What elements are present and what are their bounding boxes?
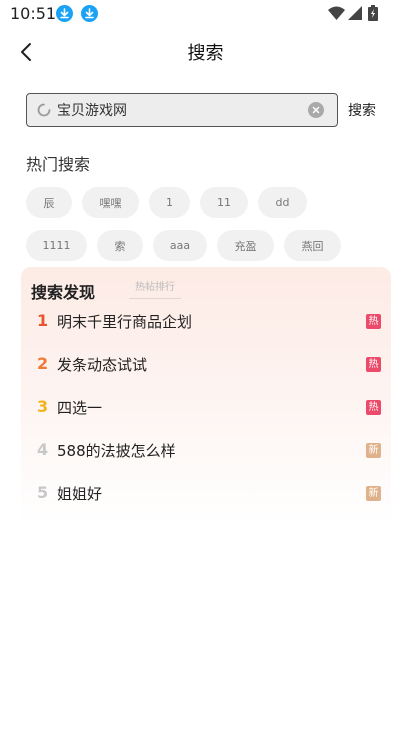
discovery-title: 搜索发现 bbox=[31, 283, 96, 302]
rank-number: 1 bbox=[37, 311, 49, 330]
battery-charging-icon bbox=[368, 5, 378, 21]
hot-search-tag[interactable]: 充盈 bbox=[217, 230, 274, 261]
page-title: 搜索 bbox=[187, 43, 224, 64]
hot-badge: 热 bbox=[366, 314, 381, 329]
rank-number: 4 bbox=[37, 440, 49, 459]
ranking-item-text: 发条动态试试 bbox=[57, 356, 148, 374]
new-badge: 新 bbox=[366, 486, 381, 501]
clear-search-button[interactable] bbox=[308, 102, 324, 118]
hot-search-tag[interactable]: aaa bbox=[153, 230, 207, 261]
search-box[interactable] bbox=[26, 93, 338, 127]
hot-search-tag[interactable]: dd bbox=[258, 187, 307, 218]
hot-search-tag[interactable]: 燕回 bbox=[284, 230, 341, 261]
ranking-item[interactable]: 4 588的法披怎么样 新 bbox=[21, 432, 391, 468]
rank-number: 3 bbox=[37, 397, 49, 416]
ranking-item-text: 四选一 bbox=[57, 399, 103, 417]
new-badge: 新 bbox=[366, 443, 381, 458]
ranking-item-text: 明末千里行商品企划 bbox=[57, 313, 193, 331]
ranking-item[interactable]: 5 姐姐好 新 bbox=[21, 475, 391, 511]
hot-search-tag[interactable]: 1 bbox=[149, 187, 190, 218]
header: 搜索 bbox=[0, 30, 411, 74]
ranking-item-text: 588的法披怎么样 bbox=[57, 442, 176, 460]
hot-search-title: 热门搜索 bbox=[26, 155, 91, 174]
signal-icon bbox=[348, 6, 362, 20]
loading-spinner-icon bbox=[37, 103, 51, 117]
status-time: 10:51 bbox=[10, 4, 57, 23]
search-discovery-panel: 搜索发现 热帖排行 1 明末千里行商品企划 热 2 发条动态试试 热 3 四选一… bbox=[21, 267, 391, 525]
hot-search-tag[interactable]: 嘿嘿 bbox=[82, 187, 139, 218]
close-icon bbox=[312, 106, 320, 114]
hot-badge: 热 bbox=[366, 400, 381, 415]
hot-search-tag[interactable]: 索 bbox=[97, 230, 143, 261]
rank-number: 5 bbox=[37, 483, 49, 502]
hot-badge: 热 bbox=[366, 357, 381, 372]
tab-hot-posts-ranking[interactable]: 热帖排行 bbox=[129, 279, 181, 299]
hot-search-tag[interactable]: 11 bbox=[200, 187, 248, 218]
ranking-item[interactable]: 3 四选一 热 bbox=[21, 389, 391, 425]
ranking-item[interactable]: 2 发条动态试试 热 bbox=[21, 346, 391, 382]
status-bar: 10:51 bbox=[0, 0, 411, 28]
search-submit-button[interactable]: 搜索 bbox=[348, 100, 376, 120]
wifi-icon bbox=[328, 6, 345, 20]
rank-number: 2 bbox=[37, 354, 49, 373]
download-notification-icon bbox=[56, 5, 73, 22]
search-input[interactable] bbox=[57, 99, 302, 121]
hot-search-tag[interactable]: 辰 bbox=[26, 187, 72, 218]
ranking-item[interactable]: 1 明末千里行商品企划 热 bbox=[21, 303, 391, 339]
download-notification-icon bbox=[81, 5, 98, 22]
ranking-item-text: 姐姐好 bbox=[57, 485, 103, 503]
hot-search-tag[interactable]: 1111 bbox=[26, 230, 87, 261]
